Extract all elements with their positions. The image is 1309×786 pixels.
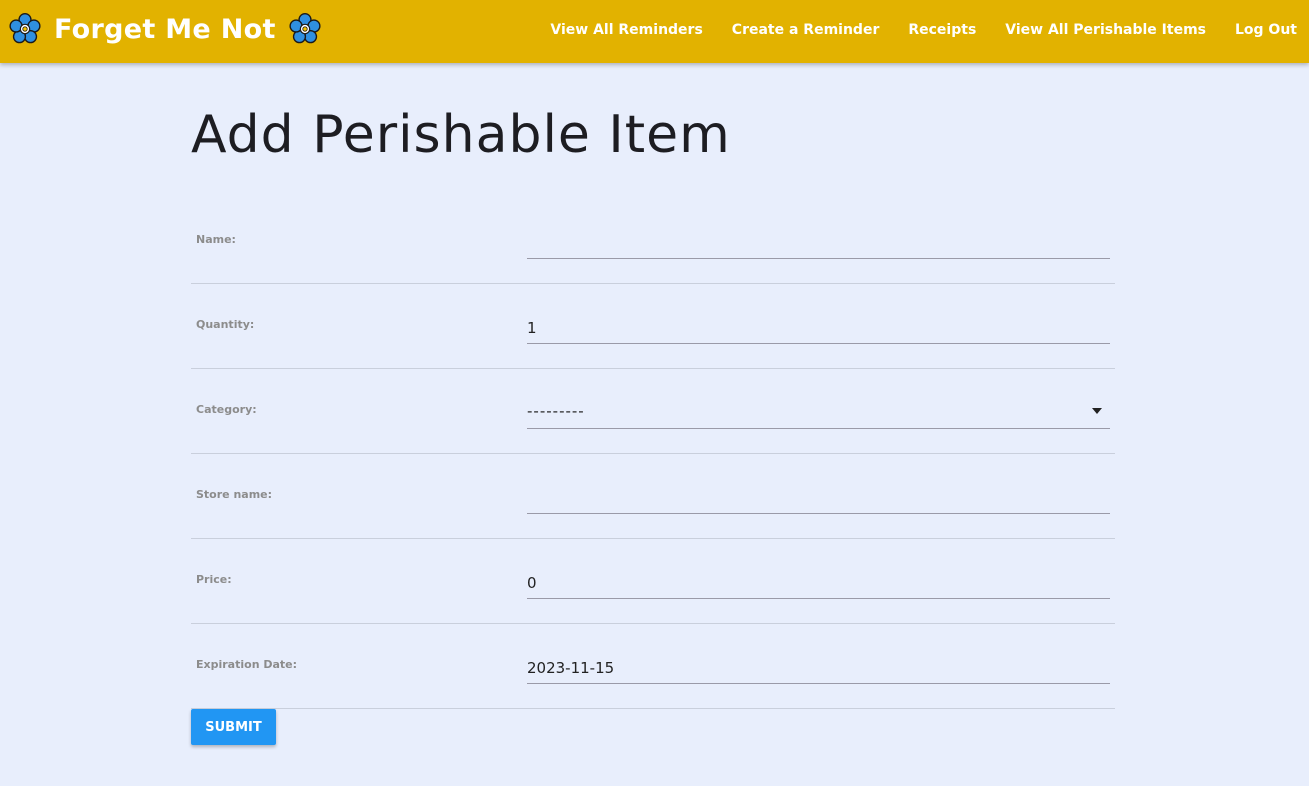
nav-links: View All Reminders Create a Reminder Rec… xyxy=(521,0,1297,60)
form-row-expiration-date: Expiration Date: xyxy=(191,624,1115,709)
store-name-input[interactable] xyxy=(527,478,1110,514)
forget-me-not-flower-icon xyxy=(9,13,41,44)
nav-log-out[interactable]: Log Out xyxy=(1235,22,1297,38)
category-select[interactable]: --------- xyxy=(527,393,1110,429)
form-row-price: Price: xyxy=(191,539,1115,624)
price-label: Price: xyxy=(196,573,232,586)
add-perishable-item-form: Name: Quantity: Category: --------- Stor… xyxy=(191,199,1115,709)
form-row-store-name: Store name: xyxy=(191,454,1115,539)
category-selected-value: --------- xyxy=(527,401,585,420)
app-title[interactable]: Forget Me Not xyxy=(54,14,276,45)
form-row-category: Category: --------- xyxy=(191,369,1115,454)
nav-receipts[interactable]: Receipts xyxy=(908,22,976,38)
expiration-date-label: Expiration Date: xyxy=(196,658,298,671)
name-input[interactable] xyxy=(527,223,1110,259)
nav-view-all-perishable-items[interactable]: View All Perishable Items xyxy=(1005,22,1206,38)
category-label: Category: xyxy=(196,403,257,416)
top-navbar: Forget Me Not View All Reminders Create … xyxy=(0,0,1309,63)
form-row-name: Name: xyxy=(191,199,1115,284)
quantity-input[interactable] xyxy=(527,308,1110,344)
nav-create-reminder[interactable]: Create a Reminder xyxy=(732,22,880,38)
name-label: Name: xyxy=(196,233,236,246)
expiration-date-input[interactable] xyxy=(527,648,1110,684)
form-row-quantity: Quantity: xyxy=(191,284,1115,369)
nav-view-all-reminders[interactable]: View All Reminders xyxy=(550,22,702,38)
submit-button[interactable]: SUBMIT xyxy=(191,709,276,745)
store-name-label: Store name: xyxy=(196,488,273,501)
main-content: Add Perishable Item Name: Quantity: Cate… xyxy=(191,100,1115,709)
price-input[interactable] xyxy=(527,563,1110,599)
forget-me-not-flower-icon xyxy=(289,13,321,44)
quantity-label: Quantity: xyxy=(196,318,255,331)
brand[interactable]: Forget Me Not xyxy=(8,4,322,54)
page-title: Add Perishable Item xyxy=(191,105,731,165)
dropdown-caret-icon xyxy=(1092,407,1102,414)
